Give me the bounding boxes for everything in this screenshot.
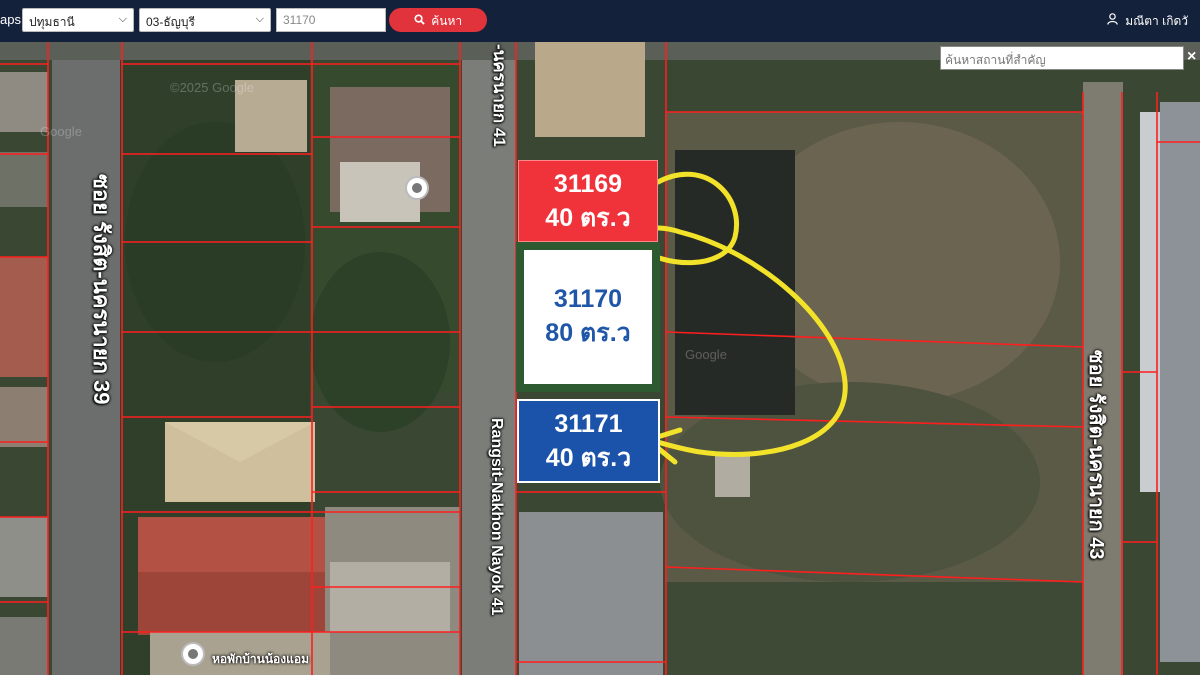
app-brand: aps xyxy=(0,12,21,27)
chevron-down-icon: ⌵ xyxy=(118,13,127,25)
poi-label: หอพักบ้านน้องแอม xyxy=(212,652,309,666)
user-name: มณีตา เกิดวั xyxy=(1125,14,1188,28)
top-toolbar: aps ปทุมธานี ⌵ 03-ธัญบุรี ⌵ 31170 ค้นหา … xyxy=(0,0,1200,42)
map-watermark: Google xyxy=(685,347,727,362)
parcel-number: 31171 xyxy=(554,410,623,438)
satellite-map[interactable]: ©2025 Google Google Google ซอย รังสิต-นค… xyxy=(0,42,1200,675)
province-value: ปทุมธานี xyxy=(29,15,75,29)
parcel-number: 31169 xyxy=(553,170,623,198)
road-label-soi39: ซอย รังสิต-นครนายก 39 xyxy=(89,174,114,405)
amphoe-value: 03-ธัญบุรี xyxy=(146,15,195,29)
parcel-31171-label[interactable]: 31171 40 ตร.ว xyxy=(517,399,660,483)
province-select[interactable]: ปทุมธานี ⌵ xyxy=(22,8,134,32)
road-label-soi41-english: Rangsit-Nakhon Nayok 41 xyxy=(488,418,505,616)
parcel-31169-label[interactable]: 31169 40 ตร.ว xyxy=(518,160,658,242)
chevron-down-icon: ⌵ xyxy=(255,13,264,25)
parcel-31170-inner: 31170 80 ตร.ว xyxy=(524,250,652,384)
user-menu[interactable]: มณีตา เกิดวั xyxy=(1107,12,1188,31)
map-watermark: Google xyxy=(40,124,82,139)
user-icon xyxy=(1107,13,1121,28)
amphoe-select[interactable]: 03-ธัญบุรี ⌵ xyxy=(139,8,271,32)
parcel-number: 31170 xyxy=(553,285,623,313)
place-search-input[interactable]: ค้นหาสถานที่สำคัญ xyxy=(940,46,1184,70)
parcel-31170-label[interactable]: 31170 80 ตร.ว xyxy=(516,242,660,392)
location-pin-icon[interactable] xyxy=(181,642,205,666)
parcel-area: 40 ตร.ว xyxy=(545,203,631,232)
parcel-area: 80 ตร.ว xyxy=(545,318,631,347)
search-icon xyxy=(414,14,428,28)
close-icon[interactable]: × xyxy=(1187,48,1196,66)
search-button-label: ค้นหา xyxy=(431,14,463,28)
map-watermark: ©2025 Google xyxy=(170,80,255,95)
road-label-soi43: ซอย รังสิต-นครนายก 43 xyxy=(1085,350,1107,560)
location-pin-icon[interactable] xyxy=(405,176,429,200)
parcel-number-input[interactable]: 31170 xyxy=(276,8,386,32)
parcel-area: 40 ตร.ว xyxy=(545,443,632,472)
search-button[interactable]: ค้นหา xyxy=(389,8,487,32)
road-label-soi41-thai: -นครนายก 41 xyxy=(490,44,509,147)
